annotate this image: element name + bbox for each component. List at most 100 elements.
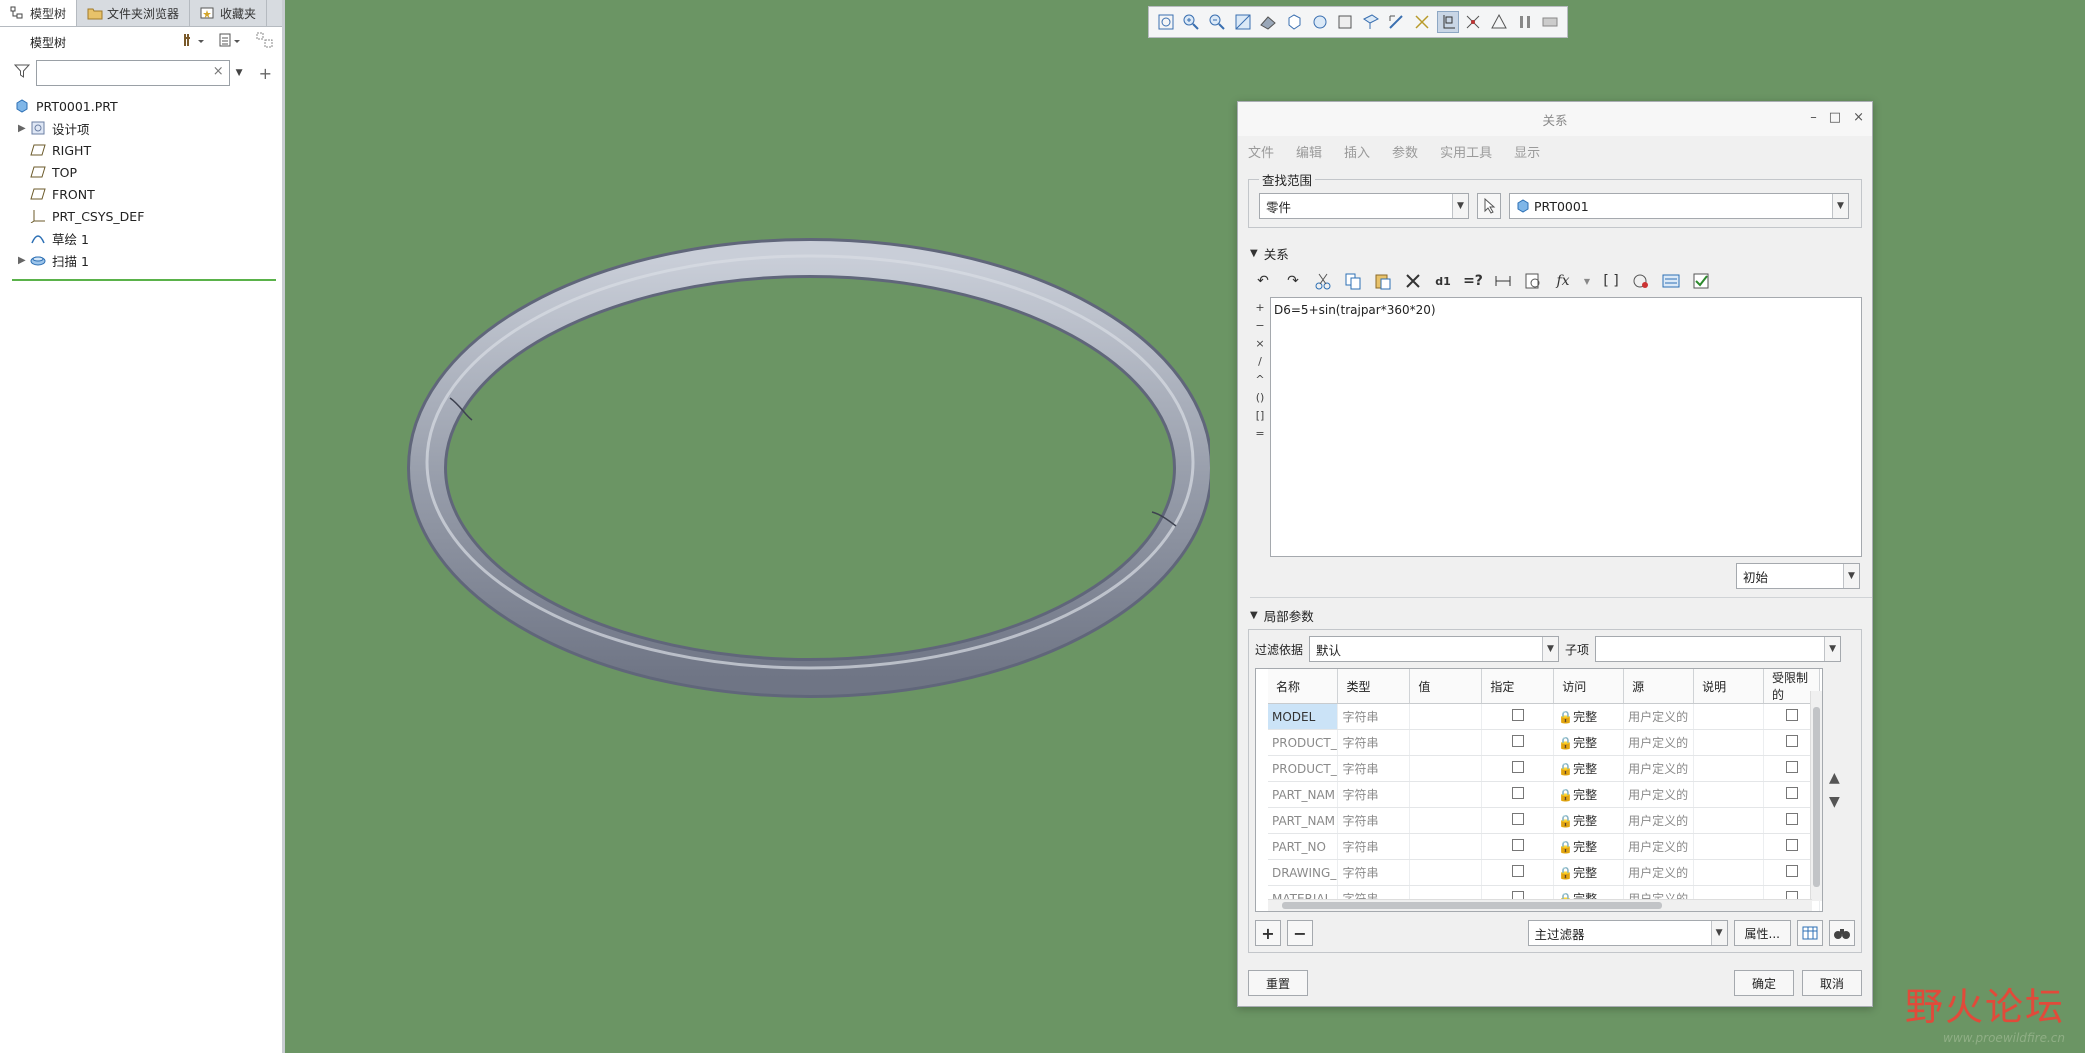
table-view-button[interactable] bbox=[1797, 920, 1823, 946]
parameters-icon[interactable] bbox=[1660, 270, 1682, 292]
tab-model-tree[interactable]: 模型树 bbox=[0, 0, 78, 26]
restricted-checkbox[interactable] bbox=[1785, 813, 1798, 825]
main-filter-select[interactable]: 主过滤器 ▼ bbox=[1527, 920, 1728, 946]
param-value[interactable] bbox=[1409, 703, 1483, 730]
operator-power[interactable]: ^ bbox=[1255, 373, 1264, 386]
designate-checkbox[interactable] bbox=[1511, 709, 1524, 721]
collapse-triangle-icon[interactable]: ▼ bbox=[1250, 610, 1258, 621]
expand-arrow-icon[interactable]: ▶ bbox=[18, 123, 30, 134]
table-vertical-scrollbar[interactable] bbox=[1810, 691, 1822, 901]
annotation-display-icon[interactable] bbox=[1386, 11, 1408, 33]
repaint-icon[interactable] bbox=[1232, 11, 1254, 33]
undo-icon[interactable]: ↶ bbox=[1252, 270, 1274, 292]
ok-button[interactable]: 确定 bbox=[1734, 970, 1794, 996]
sweep-ring-model[interactable] bbox=[400, 230, 1210, 700]
param-description[interactable] bbox=[1693, 729, 1765, 756]
param-description[interactable] bbox=[1693, 781, 1765, 808]
col-type[interactable]: 类型 bbox=[1337, 669, 1411, 704]
operator-brackets[interactable]: [] bbox=[1256, 409, 1265, 422]
restricted-checkbox[interactable] bbox=[1785, 761, 1798, 773]
tree-search-input[interactable]: × bbox=[36, 60, 230, 86]
param-value[interactable] bbox=[1409, 755, 1483, 782]
perspective-icon[interactable] bbox=[1334, 11, 1356, 33]
expand-arrow-icon[interactable]: ▶ bbox=[18, 255, 30, 266]
tree-item-sweep[interactable]: ▶ 扫描 1 bbox=[0, 249, 282, 271]
restricted-checkbox[interactable] bbox=[1785, 787, 1798, 799]
param-name[interactable]: PRODUCT_ bbox=[1268, 755, 1339, 782]
minimize-icon[interactable]: – bbox=[1810, 110, 1817, 125]
param-value[interactable] bbox=[1409, 729, 1483, 756]
table-row[interactable]: PART_NAM 字符串 🔒完整 用户定义的 bbox=[1268, 781, 1820, 808]
menu-show[interactable]: 显示 bbox=[1514, 142, 1540, 161]
operator-equals[interactable]: = bbox=[1255, 427, 1264, 440]
table-row[interactable]: PRODUCT_ 字符串 🔒完整 用户定义的 bbox=[1268, 755, 1820, 782]
table-row[interactable]: PART_NO 字符串 🔒完整 用户定义的 bbox=[1268, 833, 1820, 860]
unit-sensitivity-icon[interactable] bbox=[1630, 270, 1652, 292]
param-name[interactable]: PART_NAM bbox=[1268, 807, 1339, 834]
reset-button[interactable]: 重置 bbox=[1248, 970, 1308, 996]
menu-utilities[interactable]: 实用工具 bbox=[1440, 142, 1492, 161]
param-name[interactable]: MODEL bbox=[1268, 703, 1339, 730]
tree-item-design-items[interactable]: ▶ 设计项 bbox=[0, 117, 282, 139]
param-description[interactable] bbox=[1693, 833, 1765, 860]
datum-display-icon[interactable] bbox=[1411, 11, 1433, 33]
designate-checkbox[interactable] bbox=[1511, 787, 1524, 799]
operator-divide[interactable]: / bbox=[1258, 355, 1262, 368]
cut-icon[interactable] bbox=[1312, 270, 1334, 292]
maximize-icon[interactable]: □ bbox=[1829, 110, 1841, 125]
designate-checkbox[interactable] bbox=[1511, 839, 1524, 851]
insert-function-icon[interactable]: fx bbox=[1552, 270, 1574, 292]
move-up-icon[interactable]: ▲ bbox=[1829, 770, 1840, 786]
restricted-checkbox[interactable] bbox=[1785, 709, 1798, 721]
remove-parameter-button[interactable]: − bbox=[1287, 920, 1313, 946]
insert-here-marker[interactable] bbox=[12, 279, 276, 281]
switch-dimensions-icon[interactable]: d1 bbox=[1432, 270, 1454, 292]
param-description[interactable] bbox=[1693, 859, 1765, 886]
add-icon[interactable]: + bbox=[259, 64, 272, 83]
param-description[interactable] bbox=[1693, 755, 1765, 782]
tab-favorites[interactable]: 收藏夹 bbox=[190, 0, 268, 26]
restricted-checkbox[interactable] bbox=[1785, 839, 1798, 851]
properties-button[interactable]: 属性... bbox=[1733, 920, 1791, 946]
local-params-section-header[interactable]: ▼ 局部参数 bbox=[1250, 597, 1872, 625]
menu-insert[interactable]: 插入 bbox=[1344, 142, 1370, 161]
col-name[interactable]: 名称 bbox=[1268, 669, 1339, 704]
evaluate-icon[interactable]: =? bbox=[1462, 270, 1484, 292]
refit-icon[interactable] bbox=[1155, 11, 1177, 33]
select-pointer-button[interactable] bbox=[1477, 193, 1501, 219]
spin-center-icon[interactable] bbox=[1539, 11, 1561, 33]
axis-display-icon[interactable] bbox=[1436, 11, 1459, 33]
section-icon[interactable] bbox=[1360, 11, 1382, 33]
param-description[interactable] bbox=[1693, 703, 1765, 730]
col-description[interactable]: 说明 bbox=[1693, 669, 1765, 704]
operator-parentheses[interactable]: () bbox=[1256, 391, 1265, 404]
col-value[interactable]: 值 bbox=[1409, 669, 1483, 704]
param-value[interactable] bbox=[1409, 781, 1483, 808]
table-row[interactable]: PART_NAM 字符串 🔒完整 用户定义的 bbox=[1268, 807, 1820, 834]
scope-type-select[interactable]: 零件 ▼ bbox=[1259, 193, 1469, 219]
designate-checkbox[interactable] bbox=[1511, 735, 1524, 747]
table-row[interactable]: MODEL 字符串 🔒完整 用户定义的 bbox=[1268, 703, 1820, 730]
param-name[interactable]: PART_NAM bbox=[1268, 781, 1339, 808]
tree-item-csys[interactable]: PRT_CSYS_DEF bbox=[0, 205, 282, 227]
param-description[interactable] bbox=[1693, 807, 1765, 834]
csys-display-icon[interactable] bbox=[1488, 11, 1510, 33]
operator-plus[interactable]: + bbox=[1255, 301, 1264, 314]
display-style-icon[interactable] bbox=[1258, 11, 1280, 33]
relations-text-editor[interactable]: D6=5+sin(trajpar*360*20) bbox=[1270, 297, 1862, 557]
tree-item-top[interactable]: TOP bbox=[0, 161, 282, 183]
param-value[interactable] bbox=[1409, 807, 1483, 834]
view-manager-icon[interactable] bbox=[1309, 11, 1331, 33]
paste-icon[interactable] bbox=[1372, 270, 1394, 292]
tree-item-right[interactable]: RIGHT bbox=[0, 139, 282, 161]
tab-folder-browser[interactable]: 文件夹浏览器 bbox=[77, 0, 191, 26]
find-button[interactable] bbox=[1829, 920, 1855, 946]
restricted-checkbox[interactable] bbox=[1785, 735, 1798, 747]
tree-show-icon[interactable] bbox=[218, 32, 242, 52]
zoom-out-icon[interactable] bbox=[1206, 11, 1228, 33]
tree-item-sketch[interactable]: 草绘 1 bbox=[0, 227, 282, 249]
menu-parameters[interactable]: 参数 bbox=[1392, 142, 1418, 161]
filter-by-select[interactable]: 默认 ▼ bbox=[1309, 636, 1560, 662]
operator-multiply[interactable]: × bbox=[1255, 337, 1264, 350]
col-access[interactable]: 访问 bbox=[1553, 669, 1625, 704]
